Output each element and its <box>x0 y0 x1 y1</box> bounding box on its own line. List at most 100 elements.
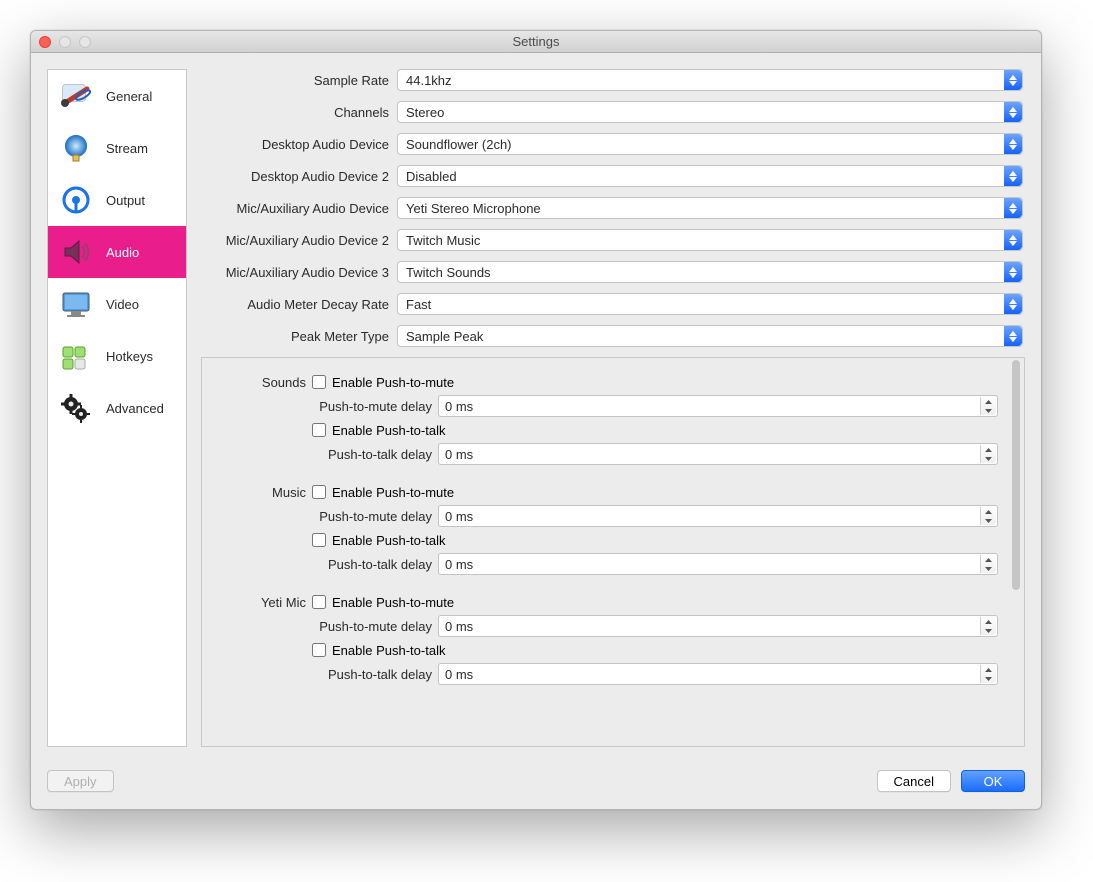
device-name: Music <box>212 485 306 500</box>
apply-button[interactable]: Apply <box>47 770 114 792</box>
spinner-value: 0 ms <box>439 557 479 572</box>
spinner-value: 0 ms <box>439 447 479 462</box>
enable-push-to-talk-checkbox[interactable] <box>312 423 326 437</box>
sidebar-item-label: Video <box>106 297 139 312</box>
peak-meter-select[interactable]: Sample Peak <box>397 325 1023 347</box>
select-value: Twitch Sounds <box>398 265 499 280</box>
audio-devices-scroll: Sounds Enable Push-to-mute Push-to-mute … <box>202 358 1008 746</box>
enable-push-to-talk-label: Enable Push-to-talk <box>332 643 445 658</box>
titlebar: Settings <box>31 31 1041 53</box>
enable-push-to-talk-checkbox[interactable] <box>312 643 326 657</box>
minimize-icon[interactable] <box>59 36 71 48</box>
sidebar-item-advanced[interactable]: Advanced <box>48 382 186 434</box>
spinner-value: 0 ms <box>439 509 479 524</box>
advanced-icon <box>54 388 98 428</box>
chevron-updown-icon <box>1004 134 1022 154</box>
mic-audio-3-select[interactable]: Twitch Sounds <box>397 261 1023 283</box>
channels-label: Channels <box>201 105 389 120</box>
maximize-icon[interactable] <box>79 36 91 48</box>
scrollbar[interactable] <box>1010 360 1022 744</box>
device-group-music: Music Enable Push-to-mute Push-to-mute d… <box>202 476 1008 586</box>
spinner-value: 0 ms <box>439 399 479 414</box>
sidebar-item-label: Hotkeys <box>106 349 153 364</box>
chevron-updown-icon <box>1004 166 1022 186</box>
peak-meter-label: Peak Meter Type <box>201 329 389 344</box>
traffic-lights <box>31 36 91 48</box>
spinner-arrows-icon <box>980 397 996 415</box>
audio-icon <box>54 232 98 272</box>
sidebar-item-audio[interactable]: Audio <box>48 226 186 278</box>
enable-push-to-mute-checkbox[interactable] <box>312 595 326 609</box>
sidebar-item-label: General <box>106 89 152 104</box>
desktop-audio-select[interactable]: Soundflower (2ch) <box>397 133 1023 155</box>
decay-rate-select[interactable]: Fast <box>397 293 1023 315</box>
mic-audio-2-label: Mic/Auxiliary Audio Device 2 <box>201 233 389 248</box>
enable-push-to-mute-label: Enable Push-to-mute <box>332 375 454 390</box>
push-to-mute-delay-spinner[interactable]: 0 ms <box>438 395 998 417</box>
push-to-mute-delay-spinner[interactable]: 0 ms <box>438 615 998 637</box>
push-to-talk-delay-spinner[interactable]: 0 ms <box>438 663 998 685</box>
push-to-talk-delay-spinner[interactable]: 0 ms <box>438 443 998 465</box>
hotkeys-icon <box>54 336 98 376</box>
chevron-updown-icon <box>1004 230 1022 250</box>
chevron-updown-icon <box>1004 262 1022 282</box>
desktop-audio-2-label: Desktop Audio Device 2 <box>201 169 389 184</box>
select-value: Twitch Music <box>398 233 488 248</box>
enable-push-to-mute-label: Enable Push-to-mute <box>332 595 454 610</box>
window-title: Settings <box>31 34 1041 49</box>
push-to-talk-delay-label: Push-to-talk delay <box>312 447 432 462</box>
spinner-value: 0 ms <box>439 667 479 682</box>
push-to-mute-delay-spinner[interactable]: 0 ms <box>438 505 998 527</box>
channels-select[interactable]: Stereo <box>397 101 1023 123</box>
ok-button[interactable]: OK <box>961 770 1025 792</box>
chevron-updown-icon <box>1004 294 1022 314</box>
sample-rate-select[interactable]: 44.1khz <box>397 69 1023 91</box>
sidebar-item-label: Output <box>106 193 145 208</box>
enable-push-to-mute-checkbox[interactable] <box>312 375 326 389</box>
spinner-arrows-icon <box>980 507 996 525</box>
desktop-audio-label: Desktop Audio Device <box>201 137 389 152</box>
enable-push-to-talk-checkbox[interactable] <box>312 533 326 547</box>
scrollbar-thumb[interactable] <box>1012 360 1020 590</box>
mic-audio-2-select[interactable]: Twitch Music <box>397 229 1023 251</box>
close-icon[interactable] <box>39 36 51 48</box>
settings-window: Settings General <box>30 30 1042 810</box>
device-group-sounds: Sounds Enable Push-to-mute Push-to-mute … <box>202 366 1008 476</box>
spinner-arrows-icon <box>980 617 996 635</box>
sidebar-item-video[interactable]: Video <box>48 278 186 330</box>
button-bar: Apply Cancel OK <box>31 763 1041 809</box>
select-value: Yeti Stereo Microphone <box>398 201 549 216</box>
push-to-mute-delay-label: Push-to-mute delay <box>312 619 432 634</box>
sidebar-item-label: Audio <box>106 245 139 260</box>
select-value: Sample Peak <box>398 329 491 344</box>
sidebar-item-label: Advanced <box>106 401 164 416</box>
chevron-updown-icon <box>1004 70 1022 90</box>
sidebar-item-stream[interactable]: Stream <box>48 122 186 174</box>
audio-settings-form: Sample Rate 44.1khz Channels Stereo Desk… <box>201 69 1025 347</box>
select-value: Soundflower (2ch) <box>398 137 520 152</box>
sidebar-item-output[interactable]: Output <box>48 174 186 226</box>
enable-push-to-talk-label: Enable Push-to-talk <box>332 423 445 438</box>
chevron-updown-icon <box>1004 326 1022 346</box>
push-to-talk-delay-spinner[interactable]: 0 ms <box>438 553 998 575</box>
spinner-arrows-icon <box>980 555 996 573</box>
audio-devices-panel: Sounds Enable Push-to-mute Push-to-mute … <box>201 357 1025 747</box>
enable-push-to-talk-label: Enable Push-to-talk <box>332 533 445 548</box>
push-to-talk-delay-label: Push-to-talk delay <box>312 557 432 572</box>
enable-push-to-mute-label: Enable Push-to-mute <box>332 485 454 500</box>
main-panel: Sample Rate 44.1khz Channels Stereo Desk… <box>201 69 1025 747</box>
sidebar-item-label: Stream <box>106 141 148 156</box>
output-icon <box>54 180 98 220</box>
general-icon <box>54 76 98 116</box>
chevron-updown-icon <box>1004 198 1022 218</box>
push-to-mute-delay-label: Push-to-mute delay <box>312 509 432 524</box>
sidebar-item-hotkeys[interactable]: Hotkeys <box>48 330 186 382</box>
desktop-audio-2-select[interactable]: Disabled <box>397 165 1023 187</box>
mic-audio-select[interactable]: Yeti Stereo Microphone <box>397 197 1023 219</box>
cancel-button[interactable]: Cancel <box>877 770 951 792</box>
enable-push-to-mute-checkbox[interactable] <box>312 485 326 499</box>
mic-audio-label: Mic/Auxiliary Audio Device <box>201 201 389 216</box>
stream-icon <box>54 128 98 168</box>
select-value: Stereo <box>398 105 452 120</box>
sidebar-item-general[interactable]: General <box>48 70 186 122</box>
